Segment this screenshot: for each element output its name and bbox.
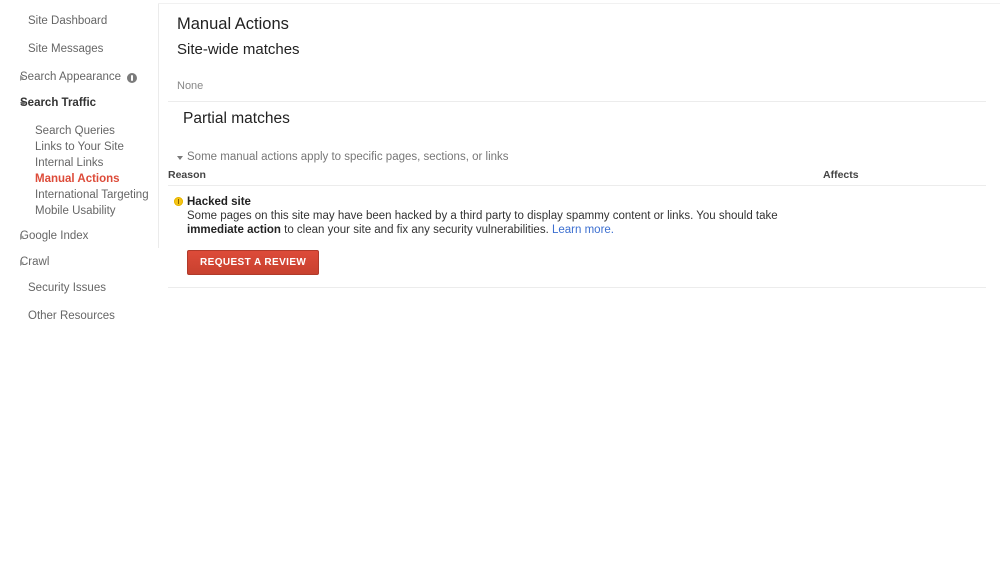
sidebar-item-manual-actions[interactable]: Manual Actions	[0, 171, 158, 187]
info-icon[interactable]	[127, 72, 138, 83]
chevron-right-icon	[20, 259, 24, 266]
sidebar-item-label: Security Issues	[28, 282, 106, 294]
sidebar-item-label: Manual Actions	[35, 173, 120, 185]
table-header-row: Reason Affects	[168, 169, 986, 186]
sidebar-item-label: Google Index	[20, 230, 89, 242]
reason-description: Some pages on this site may have been ha…	[187, 210, 822, 237]
reason-content: Hacked site Some pages on this site may …	[174, 195, 822, 275]
partial-matches-title: Partial matches	[183, 110, 290, 127]
sidebar-item-label: Mobile Usability	[35, 205, 116, 217]
sidebar-item-mobile-usability[interactable]: Mobile Usability	[0, 203, 158, 219]
collapse-toggle[interactable]: Some manual actions apply to specific pa…	[168, 130, 1000, 163]
reason-desc-part2: to clean your site and fix any security …	[280, 223, 552, 236]
sidebar-item-google-index[interactable]: Google Index	[0, 226, 158, 247]
main-content: Manual Actions Site-wide matches None Pa…	[158, 0, 1000, 587]
chevron-right-icon	[20, 233, 24, 240]
sidebar-item-label: Crawl	[20, 256, 50, 268]
reason-desc-part1: Some pages on this site may have been ha…	[187, 210, 778, 222]
sidebar-item-label: Site Messages	[28, 43, 104, 55]
sidebar-item-site-dashboard[interactable]: Site Dashboard	[0, 11, 158, 32]
column-header-reason: Reason	[168, 169, 823, 186]
table-row: Hacked site Some pages on this site may …	[168, 185, 986, 288]
reason-desc-emphasis: immediate action	[187, 223, 281, 236]
sidebar-item-search-appearance[interactable]: Search Appearance	[0, 67, 158, 88]
page-subtitle: Site-wide matches	[177, 41, 300, 58]
page-root: Site Dashboard Site Messages Search Appe…	[0, 0, 1000, 587]
sidebar-item-label: Search Traffic	[20, 97, 97, 109]
manual-actions-table: Reason Affects Hacked site Some pages on…	[168, 169, 986, 288]
sidebar-item-label: Other Resources	[28, 310, 115, 322]
warning-icon	[174, 197, 183, 206]
sidebar-item-crawl[interactable]: Crawl	[0, 252, 158, 273]
page-title: Manual Actions	[177, 15, 289, 33]
collapse-note-label: Some manual actions apply to specific pa…	[187, 151, 509, 163]
request-a-review-button[interactable]: Request a review	[187, 250, 320, 275]
learn-more-link[interactable]: Learn more.	[552, 224, 614, 236]
sidebar-item-label: Search Appearance	[20, 71, 122, 83]
column-header-affects: Affects	[823, 169, 986, 186]
sidebar-item-internal-links[interactable]: Internal Links	[0, 155, 158, 171]
chevron-down-icon	[177, 156, 183, 160]
sidebar-item-search-traffic[interactable]: Search Traffic	[0, 93, 158, 114]
table-header: Reason Affects	[168, 169, 986, 186]
table-body: Hacked site Some pages on this site may …	[168, 185, 986, 288]
reason-title: Hacked site	[187, 196, 251, 208]
reason-cell: Hacked site Some pages on this site may …	[168, 185, 823, 288]
sidebar-navigation: Site Dashboard Site Messages Search Appe…	[0, 0, 158, 587]
sidebar-item-label: Internal Links	[35, 157, 104, 169]
chevron-down-icon	[20, 101, 26, 106]
sidebar-item-label: Search Queries	[35, 125, 115, 137]
sidebar-item-links-to-your-site[interactable]: Links to Your Site	[0, 139, 158, 155]
sidebar-item-security-issues[interactable]: Security Issues	[0, 278, 158, 299]
sidebar-item-site-messages[interactable]: Site Messages	[0, 39, 158, 60]
sidebar-item-international-targeting[interactable]: International Targeting	[0, 187, 158, 203]
sidebar-item-label: Site Dashboard	[28, 15, 108, 27]
sidebar-item-search-queries[interactable]: Search Queries	[0, 123, 158, 139]
chevron-right-icon	[20, 74, 24, 81]
sidebar-item-label: International Targeting	[35, 189, 149, 201]
request-review-wrapper: Request a review	[187, 237, 822, 275]
sidebar-item-label: Links to Your Site	[35, 141, 124, 153]
sidebar-item-other-resources[interactable]: Other Resources	[0, 306, 158, 327]
sitewide-matches-value: None	[177, 80, 204, 92]
affects-cell	[823, 185, 986, 288]
